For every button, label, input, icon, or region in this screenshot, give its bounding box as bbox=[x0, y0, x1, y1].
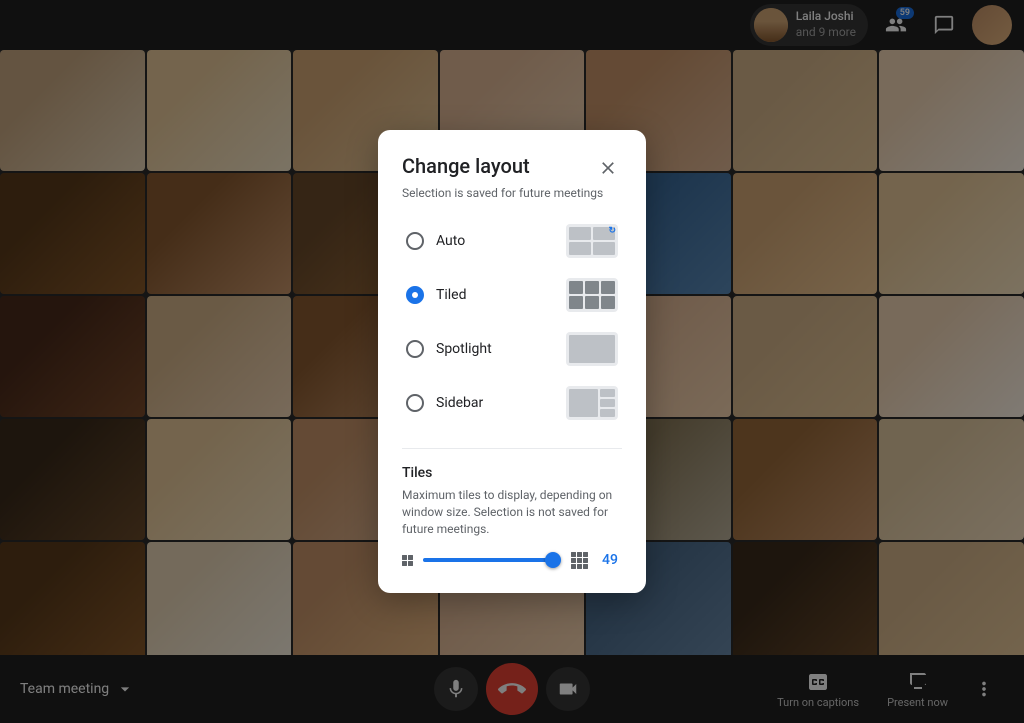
radio-auto bbox=[406, 232, 424, 250]
layout-option-spotlight[interactable]: Spotlight bbox=[402, 324, 622, 374]
layout-options: Auto ↻ Tiled bbox=[402, 216, 622, 428]
layout-option-tiled[interactable]: Tiled bbox=[402, 270, 622, 320]
layout-option-sidebar[interactable]: Sidebar bbox=[402, 378, 622, 428]
dialog-subtitle: Selection is saved for future meetings bbox=[402, 186, 622, 200]
layout-label-sidebar: Sidebar bbox=[436, 395, 483, 411]
layout-preview-sidebar bbox=[566, 386, 618, 420]
grid-small-icon bbox=[402, 555, 413, 566]
radio-sidebar bbox=[406, 394, 424, 412]
grid-large-icon bbox=[571, 552, 588, 569]
radio-spotlight bbox=[406, 340, 424, 358]
dialog-header: Change layout bbox=[402, 154, 622, 182]
tiles-section: Tiles Maximum tiles to display, dependin… bbox=[402, 448, 622, 568]
layout-label-tiled: Tiled bbox=[436, 287, 466, 303]
tiles-description: Maximum tiles to display, depending on w… bbox=[402, 487, 622, 537]
tiles-slider[interactable] bbox=[423, 558, 561, 562]
close-button[interactable] bbox=[594, 154, 622, 182]
dialog-title: Change layout bbox=[402, 154, 530, 178]
layout-label-auto: Auto bbox=[436, 233, 465, 249]
modal-overlay: Change layout Selection is saved for fut… bbox=[0, 0, 1024, 723]
tiles-value: 49 bbox=[598, 552, 622, 568]
layout-label-spotlight: Spotlight bbox=[436, 341, 492, 357]
layout-preview-spotlight bbox=[566, 332, 618, 366]
radio-tiled bbox=[406, 286, 424, 304]
tiles-title: Tiles bbox=[402, 465, 622, 481]
layout-preview-tiled bbox=[566, 278, 618, 312]
change-layout-dialog: Change layout Selection is saved for fut… bbox=[378, 130, 646, 592]
close-icon bbox=[598, 158, 618, 178]
tiles-slider-row: 49 bbox=[402, 552, 622, 569]
layout-preview-auto: ↻ bbox=[566, 224, 618, 258]
layout-option-auto[interactable]: Auto ↻ bbox=[402, 216, 622, 266]
